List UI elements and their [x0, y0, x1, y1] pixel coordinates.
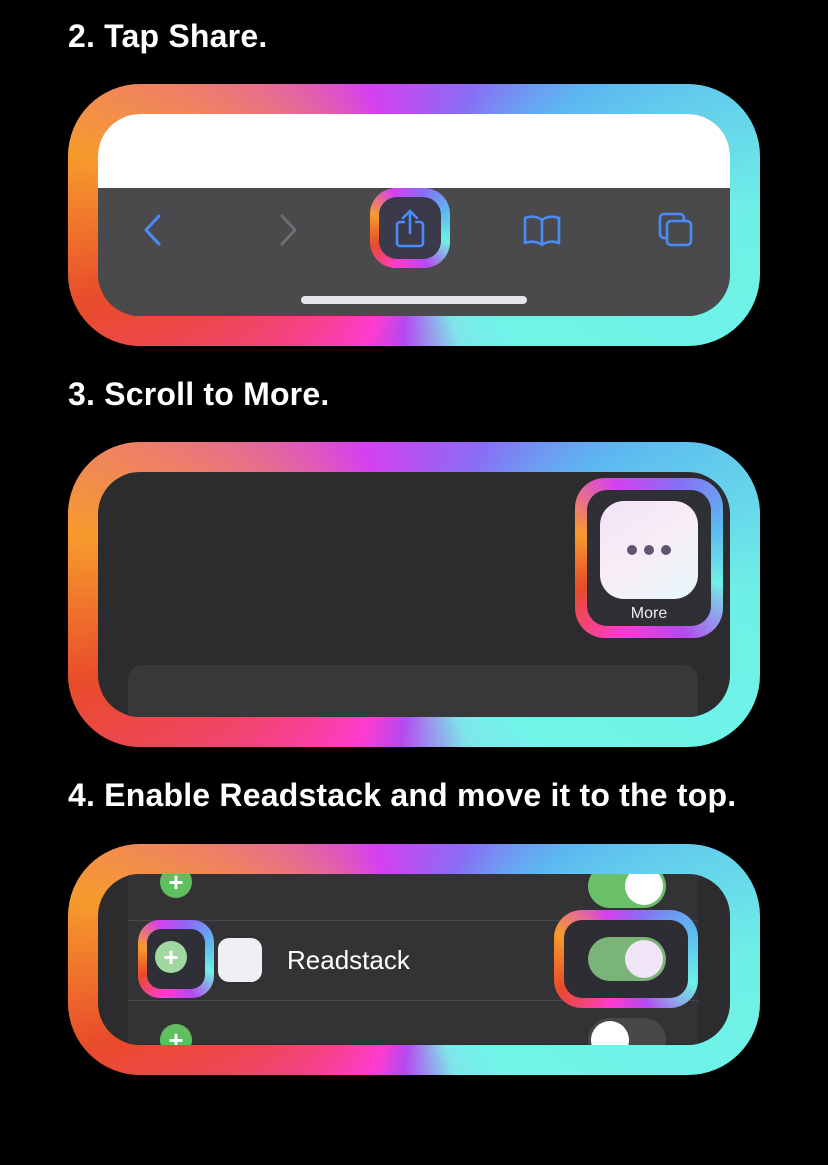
step-3-frame: More	[68, 442, 760, 747]
app-list-screen: + + Readstack +	[98, 874, 730, 1045]
add-plus-icon[interactable]: +	[155, 941, 187, 973]
more-button-highlight[interactable]: More	[575, 478, 723, 638]
app-name-label: Readstack	[287, 945, 410, 975]
more-dots-icon[interactable]	[600, 501, 698, 599]
add-button-highlight[interactable]: +	[138, 920, 214, 998]
step-3-title: 3. Scroll to More.	[68, 376, 330, 412]
share-sheet-screen: More	[98, 472, 730, 717]
forward-chevron-icon[interactable]	[268, 210, 308, 250]
toggle-highlight[interactable]	[554, 910, 698, 1008]
step-2-title: 2. Tap Share.	[68, 18, 268, 54]
browser-screen	[98, 114, 730, 316]
browser-page-area	[98, 114, 730, 188]
tabs-icon[interactable]	[656, 210, 696, 250]
share-button-highlight[interactable]	[370, 188, 450, 268]
actions-panel	[128, 665, 698, 717]
instructions-page: 2. Tap Share. 3. Scroll to More. More 4.…	[0, 0, 828, 1165]
readstack-toggle-switch[interactable]	[588, 937, 666, 981]
toggle-switch[interactable]	[588, 1018, 666, 1045]
more-button[interactable]: More	[587, 490, 711, 626]
browser-toolbar	[98, 188, 730, 316]
step-2-frame	[68, 84, 760, 346]
back-chevron-icon[interactable]	[133, 210, 173, 250]
step-4-frame: + + Readstack +	[68, 844, 760, 1075]
share-icon[interactable]	[379, 197, 441, 259]
readstack-app-icon	[218, 938, 262, 982]
more-label: More	[630, 605, 668, 622]
bookmarks-book-icon[interactable]	[522, 210, 562, 250]
step-4-title: 4. Enable Readstack and move it to the t…	[68, 777, 737, 813]
toggle-switch[interactable]	[588, 874, 666, 908]
home-indicator	[301, 296, 527, 304]
